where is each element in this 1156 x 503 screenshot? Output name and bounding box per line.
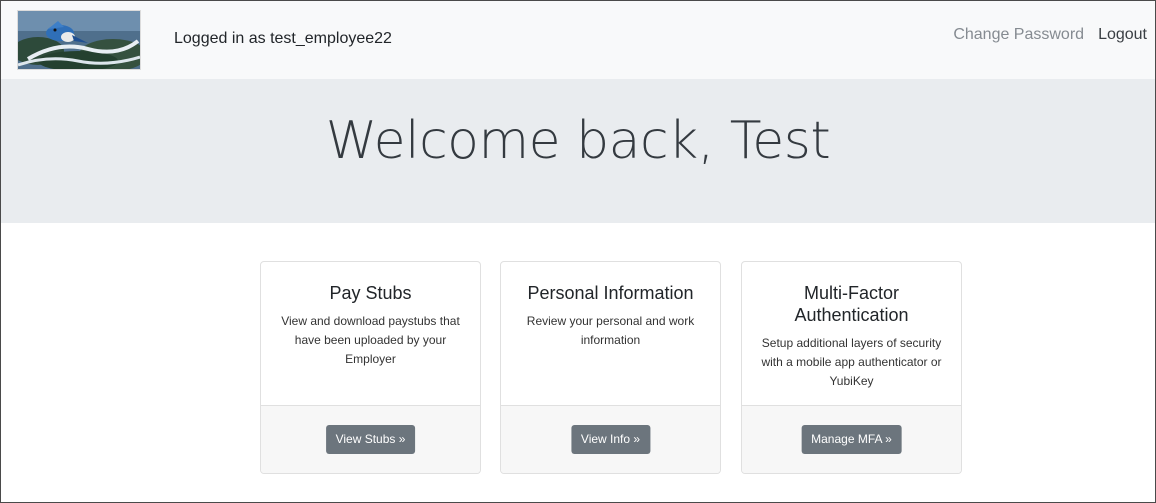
- welcome-heading: Welcome back, Test: [325, 111, 831, 171]
- manage-mfa-button[interactable]: Manage MFA »: [801, 425, 902, 454]
- card-footer: View Info »: [501, 405, 720, 473]
- logo[interactable]: [17, 10, 141, 70]
- card-footer: Manage MFA »: [742, 405, 961, 473]
- logout-link[interactable]: Logout: [1098, 26, 1147, 44]
- card-body: Personal Information Review your persona…: [501, 262, 720, 406]
- card-multi-factor-authentication: Multi-Factor Authentication Setup additi…: [741, 261, 962, 474]
- logged-in-user-text: Logged in as test_employee22: [174, 30, 392, 47]
- card-title: Pay Stubs: [329, 283, 412, 303]
- blue-jay-photo-icon: [18, 11, 140, 69]
- change-password-link[interactable]: Change Password: [953, 26, 1084, 44]
- view-stubs-button[interactable]: View Stubs »: [325, 425, 416, 454]
- nav-links: Change Password Logout: [953, 26, 1147, 44]
- jumbotron: Welcome back, Test: [1, 79, 1155, 223]
- card-text: Review your personal and work informatio…: [526, 314, 695, 347]
- card-title: Personal Information: [527, 283, 694, 303]
- card-personal-information: Personal Information Review your persona…: [500, 261, 721, 474]
- card-text: View and download paystubs that have bee…: [281, 314, 460, 366]
- card-text: Setup additional layers of security with…: [761, 336, 942, 388]
- navbar: Logged in as test_employee22 Change Pass…: [1, 1, 1155, 79]
- card-body: Pay Stubs View and download paystubs tha…: [261, 262, 480, 406]
- app-frame: Logged in as test_employee22 Change Pass…: [0, 0, 1156, 503]
- card-pay-stubs: Pay Stubs View and download paystubs tha…: [260, 261, 481, 474]
- card-footer: View Stubs »: [261, 405, 480, 473]
- card-title: Multi-Factor Authentication: [794, 283, 909, 325]
- card-body: Multi-Factor Authentication Setup additi…: [742, 262, 961, 406]
- view-info-button[interactable]: View Info »: [570, 425, 651, 454]
